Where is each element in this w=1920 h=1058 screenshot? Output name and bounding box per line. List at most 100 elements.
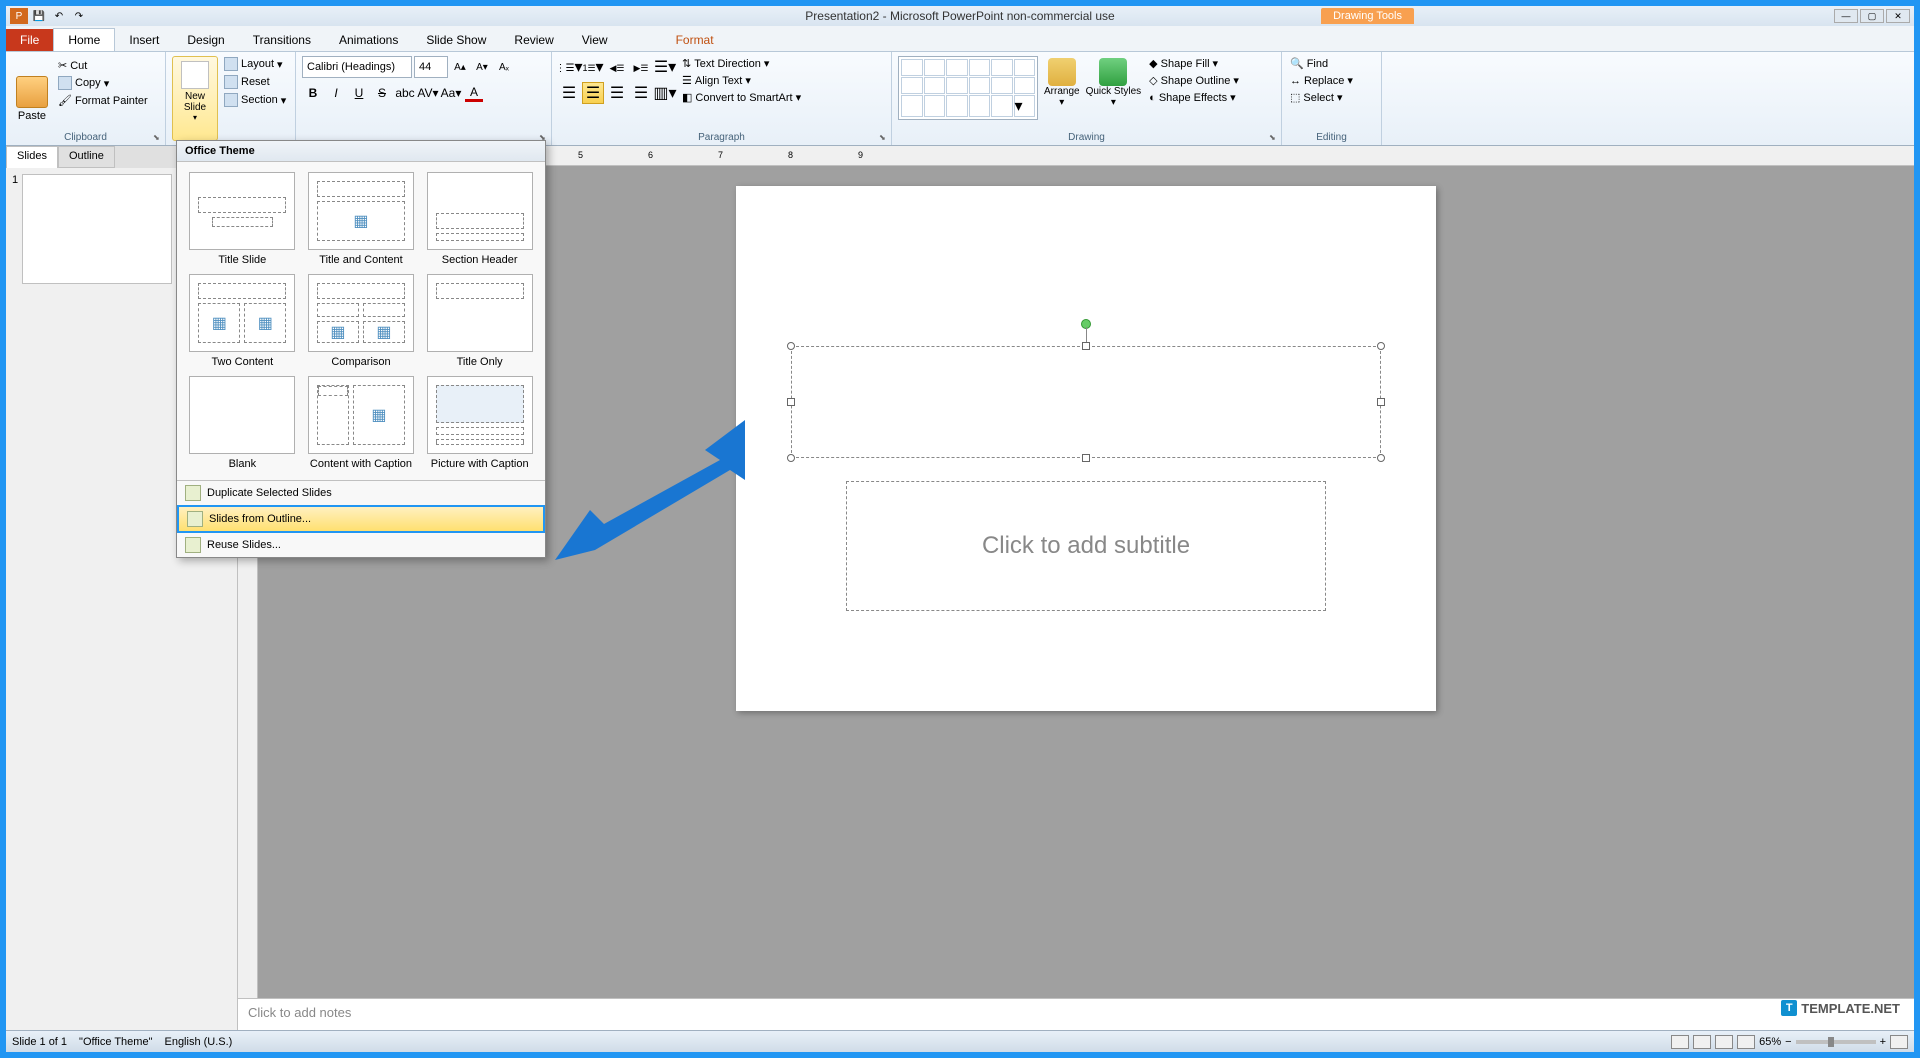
shapes-expand-icon[interactable]: ▾: [1014, 95, 1036, 117]
select-button[interactable]: ⬚Select ▾: [1288, 90, 1375, 105]
slides-tab[interactable]: Slides: [6, 146, 58, 168]
sorter-view-button[interactable]: [1693, 1035, 1711, 1049]
tab-slideshow[interactable]: Slide Show: [412, 29, 500, 51]
character-spacing-button[interactable]: AV▾: [417, 82, 439, 104]
layout-comparison[interactable]: Comparison: [306, 274, 417, 368]
tab-animations[interactable]: Animations: [325, 29, 412, 51]
columns-button[interactable]: ▥▾: [654, 82, 676, 104]
convert-smartart-button[interactable]: ◧Convert to SmartArt ▾: [680, 90, 803, 105]
tab-transitions[interactable]: Transitions: [239, 29, 325, 51]
shape-textbox-icon[interactable]: [901, 59, 923, 76]
shrink-font-button[interactable]: A▾: [472, 57, 492, 77]
layout-title-slide[interactable]: Title Slide: [187, 172, 298, 266]
shape-effects-button[interactable]: ◐Shape Effects ▾: [1147, 90, 1241, 105]
shape-oval-icon[interactable]: [1014, 59, 1036, 76]
find-button[interactable]: 🔍Find: [1288, 56, 1375, 71]
tab-view[interactable]: View: [568, 29, 622, 51]
shape-line-icon[interactable]: [924, 59, 946, 76]
underline-button[interactable]: U: [348, 82, 370, 104]
notes-pane[interactable]: Click to add notes: [238, 998, 1914, 1030]
bullets-button[interactable]: ▾: [558, 56, 580, 78]
shape-fill-button[interactable]: ◆Shape Fill ▾: [1147, 56, 1241, 71]
resize-handle-bottom-right[interactable]: [1377, 454, 1385, 462]
paste-button[interactable]: Paste: [12, 56, 52, 141]
title-placeholder[interactable]: [791, 346, 1381, 458]
tab-format[interactable]: Format: [662, 29, 728, 51]
align-right-button[interactable]: ☰: [606, 82, 628, 104]
resize-handle-top-left[interactable]: [787, 342, 795, 350]
reset-button[interactable]: Reset: [222, 74, 288, 90]
shape-outline-button[interactable]: ◇Shape Outline ▾: [1147, 73, 1241, 88]
italic-button[interactable]: I: [325, 82, 347, 104]
undo-icon[interactable]: ↶: [50, 8, 68, 24]
resize-handle-mid-left[interactable]: [787, 398, 795, 406]
slide-canvas[interactable]: Click to add subtitle: [736, 186, 1436, 711]
resize-handle-top-right[interactable]: [1377, 342, 1385, 350]
slides-from-outline-item[interactable]: Slides from Outline...: [177, 505, 545, 533]
layout-blank[interactable]: Blank: [187, 376, 298, 470]
save-icon[interactable]: 💾: [30, 8, 48, 24]
shape-roundrect-icon[interactable]: [991, 59, 1013, 76]
clear-formatting-button[interactable]: Aₓ: [494, 57, 514, 77]
reuse-slides-item[interactable]: Reuse Slides...: [177, 533, 545, 557]
outline-tab[interactable]: Outline: [58, 146, 115, 168]
shape-curve-icon[interactable]: [924, 77, 946, 94]
layout-picture-caption[interactable]: Picture with Caption: [424, 376, 535, 470]
font-name-input[interactable]: [302, 56, 412, 78]
shape-triangle-icon[interactable]: [969, 77, 991, 94]
paragraph-dialog-launcher[interactable]: ⬊: [879, 133, 889, 143]
subtitle-placeholder[interactable]: Click to add subtitle: [846, 481, 1326, 611]
zoom-slider[interactable]: [1796, 1040, 1876, 1044]
shape-more-icon[interactable]: [1014, 77, 1036, 94]
layout-title-only[interactable]: Title Only: [424, 274, 535, 368]
section-button[interactable]: Section ▾: [222, 92, 288, 108]
normal-view-button[interactable]: [1671, 1035, 1689, 1049]
grow-font-button[interactable]: A▴: [450, 57, 470, 77]
shapes-gallery[interactable]: ▾: [898, 56, 1038, 120]
tab-home[interactable]: Home: [53, 28, 115, 51]
tab-review[interactable]: Review: [500, 29, 567, 51]
shape-connector-icon[interactable]: [901, 77, 923, 94]
font-color-button[interactable]: A: [463, 82, 485, 104]
text-direction-button[interactable]: ⇅Text Direction ▾: [680, 56, 803, 71]
shape-brace-icon[interactable]: [901, 95, 923, 117]
format-painter-button[interactable]: 🖌Format Painter: [56, 93, 150, 108]
align-center-button[interactable]: ☰: [582, 82, 604, 104]
line-spacing-button[interactable]: ☰▾: [654, 56, 676, 78]
shape-arrow-icon[interactable]: [946, 59, 968, 76]
layout-two-content[interactable]: Two Content: [187, 274, 298, 368]
increase-indent-button[interactable]: [630, 56, 652, 78]
shape-callout-icon[interactable]: [969, 95, 991, 117]
resize-handle-mid-right[interactable]: [1377, 398, 1385, 406]
copy-button[interactable]: Copy ▾: [56, 75, 150, 91]
tab-insert[interactable]: Insert: [115, 29, 173, 51]
resize-handle-bottom-left[interactable]: [787, 454, 795, 462]
drawing-dialog-launcher[interactable]: ⬊: [1269, 133, 1279, 143]
resize-handle-bottom-mid[interactable]: [1082, 454, 1090, 462]
justify-button[interactable]: ☰: [630, 82, 652, 104]
clipboard-dialog-launcher[interactable]: ⬊: [153, 133, 163, 143]
layout-button[interactable]: Layout ▾: [222, 56, 288, 72]
layout-title-content[interactable]: Title and Content: [306, 172, 417, 266]
strikethrough-button[interactable]: S: [371, 82, 393, 104]
slideshow-view-button[interactable]: [1737, 1035, 1755, 1049]
change-case-button[interactable]: Aa▾: [440, 82, 462, 104]
resize-handle-top-mid[interactable]: [1082, 342, 1090, 350]
arrange-button[interactable]: Arrange▾: [1042, 56, 1082, 141]
shape-diamond-icon[interactable]: [991, 77, 1013, 94]
close-button[interactable]: ✕: [1886, 9, 1910, 23]
tab-design[interactable]: Design: [173, 29, 238, 51]
cut-button[interactable]: ✂Cut: [56, 58, 150, 73]
align-left-button[interactable]: ☰: [558, 82, 580, 104]
powerpoint-icon[interactable]: P: [10, 8, 28, 24]
reading-view-button[interactable]: [1715, 1035, 1733, 1049]
tab-file[interactable]: File: [6, 29, 53, 51]
shape-freeform-icon[interactable]: [946, 77, 968, 94]
redo-icon[interactable]: ↷: [70, 8, 88, 24]
bold-button[interactable]: B: [302, 82, 324, 104]
duplicate-slides-item[interactable]: Duplicate Selected Slides: [177, 481, 545, 505]
maximize-button[interactable]: ▢: [1860, 9, 1884, 23]
layout-section-header[interactable]: Section Header: [424, 172, 535, 266]
replace-button[interactable]: ↔Replace ▾: [1288, 73, 1375, 88]
quick-styles-button[interactable]: Quick Styles▾: [1084, 56, 1144, 141]
